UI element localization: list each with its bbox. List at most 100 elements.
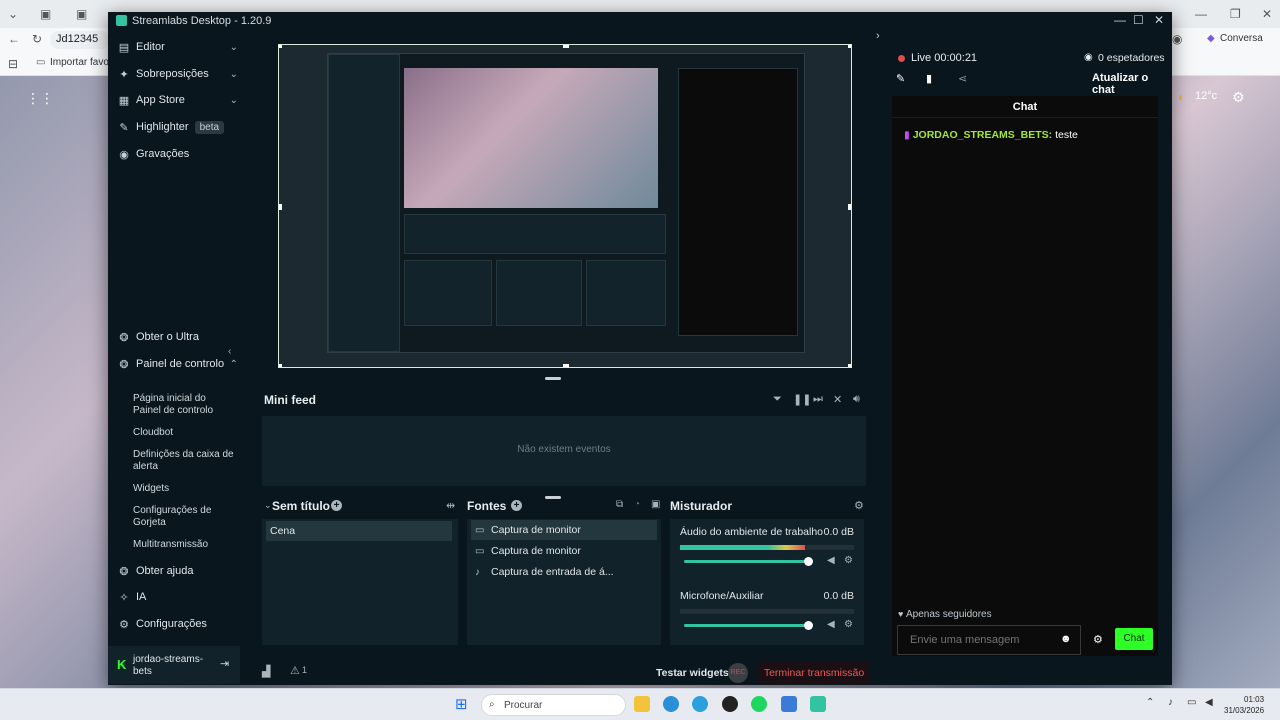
tab-icon[interactable]: ▣ bbox=[76, 7, 87, 21]
sidebar-subitem-dashboard-home[interactable]: Página inicial do Painel de controlo bbox=[133, 393, 235, 417]
edit-icon[interactable]: ✎ bbox=[896, 72, 905, 85]
volume-slider-knob[interactable] bbox=[804, 557, 813, 566]
resize-handle[interactable] bbox=[279, 364, 282, 367]
folder-icon[interactable]: ▣ bbox=[651, 499, 660, 510]
sidebar-item-settings[interactable]: ⚙ Configurações bbox=[118, 614, 238, 634]
warning-icon[interactable]: ⚠ bbox=[290, 664, 300, 677]
chevron-right-icon[interactable]: › bbox=[876, 30, 880, 42]
volume-slider[interactable] bbox=[684, 624, 808, 627]
resize-handle[interactable] bbox=[848, 45, 851, 48]
minimize-icon[interactable]: — bbox=[1195, 7, 1207, 21]
microphone-icon[interactable]: ♪ bbox=[1168, 697, 1173, 708]
add-source-button[interactable]: + bbox=[511, 500, 522, 511]
gear-icon[interactable]: ⚙ bbox=[1232, 89, 1245, 106]
extension-icon[interactable]: ◉ bbox=[1172, 32, 1182, 46]
scene-transition-icon[interactable]: ⇹ bbox=[446, 499, 455, 512]
chevron-down-icon[interactable]: ⌄ bbox=[230, 95, 238, 106]
sidebar-subitem-alert-box[interactable]: Definições da caixa de alerta bbox=[133, 449, 235, 473]
gear-icon[interactable]: ⚙ bbox=[844, 619, 853, 630]
resize-handle[interactable] bbox=[563, 364, 569, 367]
copilot-label[interactable]: Conversa bbox=[1220, 33, 1263, 44]
windows-start-icon[interactable]: ⊞ bbox=[455, 695, 468, 713]
stream-preview[interactable] bbox=[278, 44, 852, 368]
volume-icon[interactable]: 🔊︎ bbox=[853, 393, 860, 406]
taskbar-search[interactable]: ⌕ Procurar bbox=[481, 694, 626, 716]
chevron-down-icon[interactable]: ⌄ bbox=[230, 69, 238, 80]
mute-alerts-icon[interactable]: ✕ bbox=[833, 393, 842, 406]
scene-item[interactable]: Cena bbox=[266, 521, 452, 541]
photos-icon[interactable] bbox=[781, 696, 797, 712]
spotify-icon[interactable] bbox=[751, 696, 767, 712]
logout-icon[interactable]: ⇥ bbox=[220, 657, 229, 670]
sidebar-item-overlays[interactable]: ✦ Sobreposições ⌄ bbox=[118, 64, 238, 84]
minimize-icon[interactable]: — bbox=[1114, 13, 1126, 27]
speaker-icon[interactable]: ◀ bbox=[827, 619, 835, 630]
address-input[interactable]: Jd12345 bbox=[50, 31, 110, 49]
file-explorer-icon[interactable] bbox=[634, 696, 650, 712]
resize-handle[interactable] bbox=[563, 45, 569, 48]
copilot-icon[interactable]: ◆ bbox=[1207, 33, 1215, 44]
chevron-down-icon[interactable]: ⌄ bbox=[264, 500, 272, 511]
edge-icon[interactable] bbox=[663, 696, 679, 712]
display-capture-icon[interactable]: ⧉ bbox=[616, 499, 623, 510]
close-icon[interactable]: ✕ bbox=[1262, 7, 1272, 21]
reload-icon[interactable]: ↻ bbox=[32, 32, 42, 46]
performance-icon[interactable]: ▟ bbox=[262, 665, 270, 678]
pause-icon[interactable]: ❚❚ bbox=[793, 393, 811, 406]
chat-send-button[interactable]: Chat bbox=[1115, 628, 1153, 650]
telegram-icon[interactable] bbox=[692, 696, 708, 712]
chevron-down-icon[interactable]: ⌄ bbox=[230, 42, 238, 53]
volume-slider[interactable] bbox=[684, 560, 808, 563]
sidebar-item-help[interactable]: ❂ Obter ajuda bbox=[118, 561, 238, 581]
group-icon[interactable]: ◔ bbox=[634, 499, 640, 510]
chevron-down-icon[interactable]: ⌄ bbox=[8, 7, 18, 21]
sidebar-item-highlighter[interactable]: ✎ Highlighter beta bbox=[118, 117, 238, 137]
volume-slider-knob[interactable] bbox=[804, 621, 813, 630]
record-button[interactable]: REC bbox=[728, 663, 748, 683]
gear-icon[interactable]: ⚙ bbox=[854, 499, 864, 512]
tab-icon[interactable]: ▣ bbox=[40, 7, 51, 21]
source-item[interactable]: ▭ Captura de monitor bbox=[471, 520, 657, 540]
resize-handle[interactable] bbox=[848, 204, 851, 210]
resize-grip[interactable] bbox=[545, 496, 561, 499]
sidebar-item-editor[interactable]: ▤ Editor ⌄ bbox=[118, 37, 238, 57]
maximize-icon[interactable]: ☐ bbox=[1133, 13, 1144, 27]
network-icon[interactable]: ▭ bbox=[1187, 697, 1196, 708]
chevron-up-icon[interactable]: ⌃ bbox=[230, 359, 238, 370]
sidebar-item-ai[interactable]: ✧ IA bbox=[118, 587, 238, 607]
chat-message-input[interactable] bbox=[897, 625, 1081, 655]
user-profile[interactable]: K jordao-streams-bets ⇥ bbox=[108, 646, 240, 684]
gear-icon[interactable]: ⚙ bbox=[1093, 633, 1103, 646]
filter-icon[interactable]: ⏷ bbox=[773, 393, 782, 406]
resize-grip[interactable] bbox=[545, 377, 561, 380]
gear-icon[interactable]: ⚙ bbox=[844, 555, 853, 566]
source-item[interactable]: ♪ Captura de entrada de á... bbox=[471, 562, 657, 582]
sidebar-item-ultra[interactable]: ❂ Obter o Ultra bbox=[118, 327, 238, 347]
close-icon[interactable]: ✕ bbox=[1154, 13, 1164, 27]
apps-grid-icon[interactable]: ⋮⋮ bbox=[26, 90, 54, 107]
source-item[interactable]: ▭ Captura de monitor bbox=[471, 541, 657, 561]
resize-handle[interactable] bbox=[279, 45, 282, 48]
resize-handle[interactable] bbox=[848, 364, 851, 367]
streamlabs-taskbar-icon[interactable] bbox=[810, 696, 826, 712]
test-widgets-button[interactable]: Testar widgets bbox=[656, 667, 729, 679]
sidebar-subitem-tip-settings[interactable]: Configurações de Gorjeta bbox=[133, 505, 235, 529]
back-icon[interactable]: ← bbox=[8, 32, 20, 46]
share-icon[interactable]: ⋖ bbox=[958, 72, 967, 85]
sidebar-subitem-multistream[interactable]: Multitransmissão bbox=[133, 539, 235, 551]
chevron-up-icon[interactable]: ⌃ bbox=[1146, 697, 1154, 708]
refresh-chat-button[interactable]: Atualizar o chat bbox=[1092, 72, 1172, 96]
emoji-icon[interactable]: ☻ bbox=[1060, 633, 1072, 645]
skip-icon[interactable]: ⏭ bbox=[813, 393, 823, 406]
chat-username[interactable]: JORDAO_STREAMS_BETS bbox=[913, 129, 1049, 141]
speaker-icon[interactable]: ◀ bbox=[827, 555, 835, 566]
taskbar-clock[interactable]: 01:03 31/03/2026 bbox=[1224, 694, 1264, 716]
github-icon[interactable] bbox=[722, 696, 738, 712]
maximize-icon[interactable]: ❐ bbox=[1230, 7, 1241, 21]
sidebar-item-dashboard[interactable]: ❂ Painel de controlo ⌃ bbox=[118, 354, 238, 374]
end-stream-button[interactable]: Terminar transmissão bbox=[758, 662, 870, 684]
resize-handle[interactable] bbox=[279, 204, 282, 210]
tab-list-icon[interactable]: ⊟ bbox=[8, 57, 18, 71]
sidebar-subitem-widgets[interactable]: Widgets bbox=[133, 483, 235, 495]
volume-icon[interactable]: ◀ bbox=[1205, 697, 1213, 708]
